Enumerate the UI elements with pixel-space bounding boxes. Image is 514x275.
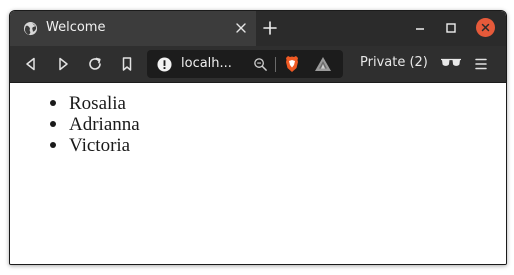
close-tab-icon[interactable]	[234, 21, 248, 35]
new-tab-plus-icon[interactable]	[263, 21, 277, 35]
tab-welcome[interactable]: Welcome	[10, 11, 256, 46]
navigation-toolbar: localh... Private (2)	[10, 46, 506, 83]
list-item: Adrianna	[50, 114, 140, 135]
address-bar-divider	[275, 57, 276, 72]
brave-shields-icon[interactable]	[284, 55, 300, 73]
maximize-icon[interactable]	[443, 20, 459, 36]
brave-rewards-icon[interactable]	[314, 56, 332, 72]
private-glasses-icon	[441, 58, 461, 66]
forward-icon[interactable]	[55, 56, 71, 72]
list-item: Victoria	[50, 135, 140, 156]
globe-icon	[23, 21, 38, 36]
hamburger-menu-icon[interactable]	[474, 56, 488, 72]
site-info-icon[interactable]	[157, 57, 172, 72]
title-bar: Welcome	[10, 11, 506, 46]
back-icon[interactable]	[23, 56, 39, 72]
page-content: Rosalia Adrianna Victoria	[10, 83, 506, 264]
minimize-icon[interactable]	[412, 20, 428, 36]
zoom-icon[interactable]	[253, 57, 268, 72]
list-item: Rosalia	[50, 93, 140, 114]
address-bar[interactable]: localh...	[147, 50, 343, 78]
close-icon	[481, 23, 490, 32]
private-window-label[interactable]: Private (2)	[360, 55, 428, 70]
window-close-button[interactable]	[476, 18, 495, 37]
name-list: Rosalia Adrianna Victoria	[50, 93, 140, 156]
browser-window: Welcome localh... Private (2) Rosalia Ad…	[9, 10, 507, 265]
url-text[interactable]: localh...	[181, 56, 232, 71]
reload-icon[interactable]	[87, 56, 103, 72]
bookmark-icon[interactable]	[119, 56, 135, 72]
tab-title: Welcome	[46, 20, 106, 35]
